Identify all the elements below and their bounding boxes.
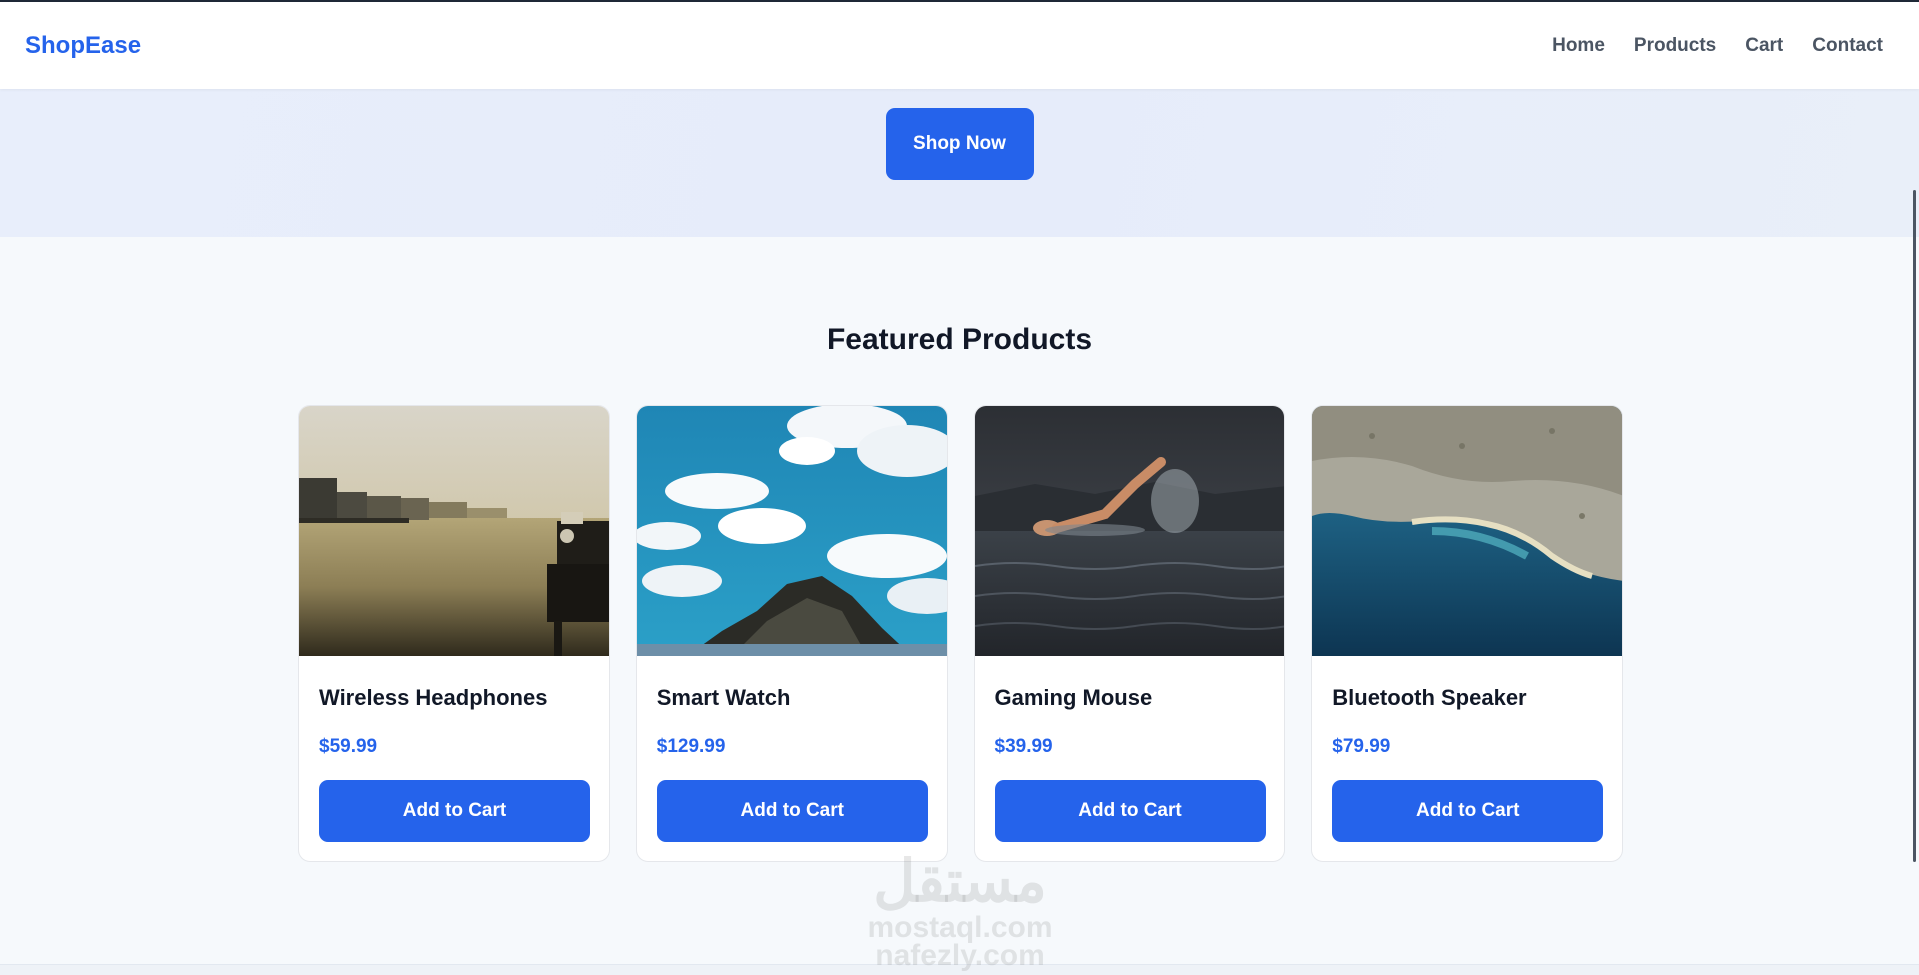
nav-products-link[interactable]: Products <box>1634 35 1716 57</box>
product-card-bluetooth-speaker[interactable]: Bluetooth Speaker $79.99 Add to Cart <box>1311 405 1623 862</box>
nav-contact-link[interactable]: Contact <box>1812 35 1883 57</box>
add-to-cart-button[interactable]: Add to Cart <box>319 780 590 842</box>
add-to-cart-button[interactable]: Add to Cart <box>1332 780 1604 842</box>
footer-edge <box>0 964 1919 975</box>
featured-products-section: Featured Products Wireless Headphones $5… <box>0 237 1919 965</box>
product-grid: Wireless Headphones $59.99 Add to Cart S… <box>298 405 1623 862</box>
nav-home-link[interactable]: Home <box>1552 35 1605 57</box>
product-image-river-harbor <box>299 406 609 656</box>
product-name: Bluetooth Speaker <box>1332 685 1527 710</box>
product-image-swimmer <box>974 406 1285 656</box>
nav-cart-link[interactable]: Cart <box>1745 35 1783 57</box>
product-card-smart-watch[interactable]: Smart Watch $129.99 Add to Cart <box>635 405 948 862</box>
product-name: Smart Watch <box>656 685 791 710</box>
product-image-aerial-coast <box>1312 406 1623 656</box>
section-title: Featured Products <box>826 323 1093 356</box>
add-to-cart-button[interactable]: Add to Cart <box>656 780 928 842</box>
vertical-scrollbar[interactable] <box>1913 190 1916 862</box>
product-price: $79.99 <box>1332 736 1391 757</box>
product-name: Wireless Headphones <box>319 685 548 710</box>
nav-links: Home Products Cart Contact <box>1552 35 1883 57</box>
product-card-wireless-headphones[interactable]: Wireless Headphones $59.99 Add to Cart <box>298 405 610 862</box>
shop-now-button[interactable]: Shop Now <box>885 108 1034 180</box>
brand-logo[interactable]: ShopEase <box>25 32 141 60</box>
product-card-gaming-mouse[interactable]: Gaming Mouse $39.99 Add to Cart <box>973 405 1286 862</box>
hero-banner: Shop Now <box>0 89 1919 237</box>
product-price: $129.99 <box>656 736 726 757</box>
product-price: $39.99 <box>994 736 1053 757</box>
product-image-sky-cliff <box>636 406 947 656</box>
product-price: $59.99 <box>319 736 378 757</box>
navbar: ShopEase Home Products Cart Contact <box>0 2 1919 89</box>
add-to-cart-button[interactable]: Add to Cart <box>994 780 1266 842</box>
product-name: Gaming Mouse <box>994 685 1153 710</box>
